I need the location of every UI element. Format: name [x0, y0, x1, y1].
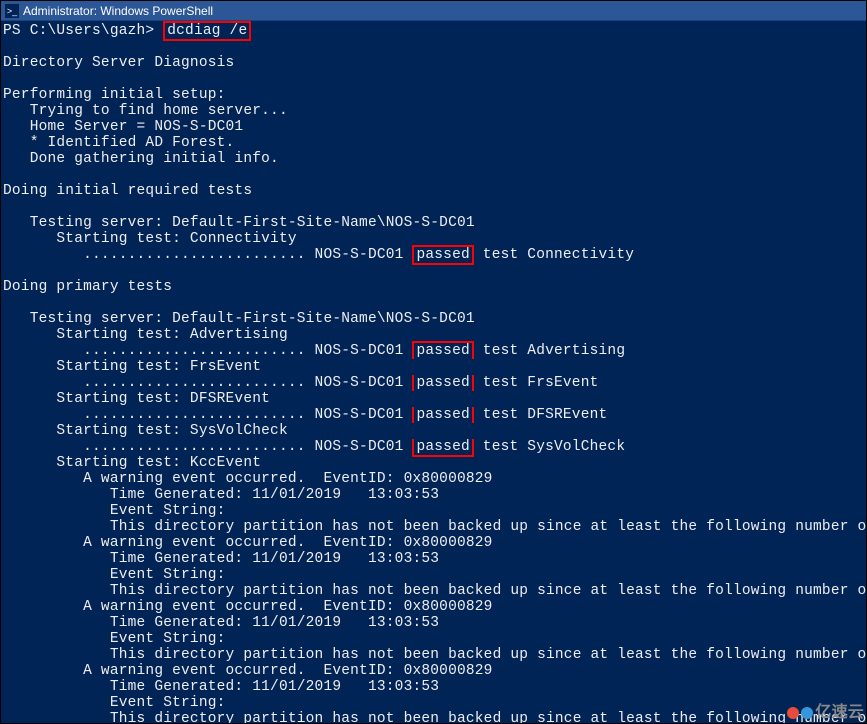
warning-1: A warning event occurred. EventID: 0x800…: [3, 471, 493, 487]
starting-advertising: Starting test: Advertising: [3, 327, 288, 343]
primary-tests-header: Doing primary tests: [3, 279, 172, 295]
watermark-text: 亿速云: [815, 705, 864, 721]
passed-text-2: passed: [412, 341, 473, 359]
connectivity-result-suffix: test Connectivity: [474, 247, 634, 263]
window-title: Administrator: Windows PowerShell: [23, 4, 213, 18]
starting-sysvolcheck: Starting test: SysVolCheck: [3, 423, 288, 439]
backup-4: This directory partition has not been ba…: [3, 711, 866, 723]
initial-tests-header: Doing initial required tests: [3, 183, 252, 199]
dfsrevent-suffix: test DFSREvent: [474, 407, 608, 423]
warning-4: A warning event occurred. EventID: 0x800…: [3, 663, 493, 679]
prompt: PS C:\Users\gazh>: [3, 23, 154, 39]
backup-1: This directory partition has not been ba…: [3, 519, 866, 535]
console-output[interactable]: PS C:\Users\gazh> dcdiag /e Directory Se…: [1, 21, 866, 723]
testing-server-2: Testing server: Default-First-Site-Name\…: [3, 311, 475, 327]
starting-connectivity: Starting test: Connectivity: [3, 231, 297, 247]
setup-line-0: Trying to find home server...: [3, 103, 288, 119]
passed-text-3: passed: [412, 375, 473, 391]
setup-line-3: Done gathering initial info.: [3, 151, 279, 167]
time-2: Time Generated: 11/01/2019 13:03:53: [3, 551, 439, 567]
starting-kccevent: Starting test: KccEvent: [3, 455, 261, 471]
eventstr-2: Event String:: [3, 567, 226, 583]
starting-frsevent: Starting test: FrsEvent: [3, 359, 261, 375]
frsevent-prefix: ......................... NOS-S-DC01: [3, 375, 412, 391]
eventstr-4: Event String:: [3, 695, 226, 711]
connectivity-result-prefix: ......................... NOS-S-DC01: [3, 247, 412, 263]
diagnosis-header: Directory Server Diagnosis: [3, 55, 234, 71]
watermark-logo: 亿速云: [787, 705, 864, 721]
time-1: Time Generated: 11/01/2019 13:03:53: [3, 487, 439, 503]
sysvolcheck-suffix: test SysVolCheck: [474, 439, 625, 455]
eventstr-1: Event String:: [3, 503, 226, 519]
passed-text-5: passed: [412, 439, 473, 457]
watermark-dot-red: [787, 707, 799, 719]
warning-2: A warning event occurred. EventID: 0x800…: [3, 535, 493, 551]
setup-line-2: * Identified AD Forest.: [3, 135, 234, 151]
time-4: Time Generated: 11/01/2019 13:03:53: [3, 679, 439, 695]
powershell-icon: >_: [5, 4, 19, 18]
warning-3: A warning event occurred. EventID: 0x800…: [3, 599, 493, 615]
frsevent-suffix: test FrsEvent: [474, 375, 599, 391]
backup-2: This directory partition has not been ba…: [3, 583, 866, 599]
watermark-dot-blue: [801, 707, 813, 719]
command-highlight: dcdiag /e: [163, 21, 251, 41]
eventstr-3: Event String:: [3, 631, 226, 647]
command-text: dcdiag /e: [167, 23, 247, 39]
passed-text-1: passed: [416, 247, 469, 263]
starting-dfsrevent: Starting test: DFSREvent: [3, 391, 270, 407]
setup-line-1: Home Server = NOS-S-DC01: [3, 119, 243, 135]
window-title-bar[interactable]: >_ Administrator: Windows PowerShell: [1, 1, 866, 21]
advertising-suffix: test Advertising: [474, 343, 625, 359]
backup-3: This directory partition has not been ba…: [3, 647, 866, 663]
advertising-prefix: ......................... NOS-S-DC01: [3, 343, 412, 359]
passed-highlight-1: passed: [412, 245, 473, 265]
testing-server-1: Testing server: Default-First-Site-Name\…: [3, 215, 475, 231]
time-3: Time Generated: 11/01/2019 13:03:53: [3, 615, 439, 631]
sysvolcheck-prefix: ......................... NOS-S-DC01: [3, 439, 412, 455]
setup-header: Performing initial setup:: [3, 87, 226, 103]
passed-text-4: passed: [412, 407, 473, 423]
dfsrevent-prefix: ......................... NOS-S-DC01: [3, 407, 412, 423]
